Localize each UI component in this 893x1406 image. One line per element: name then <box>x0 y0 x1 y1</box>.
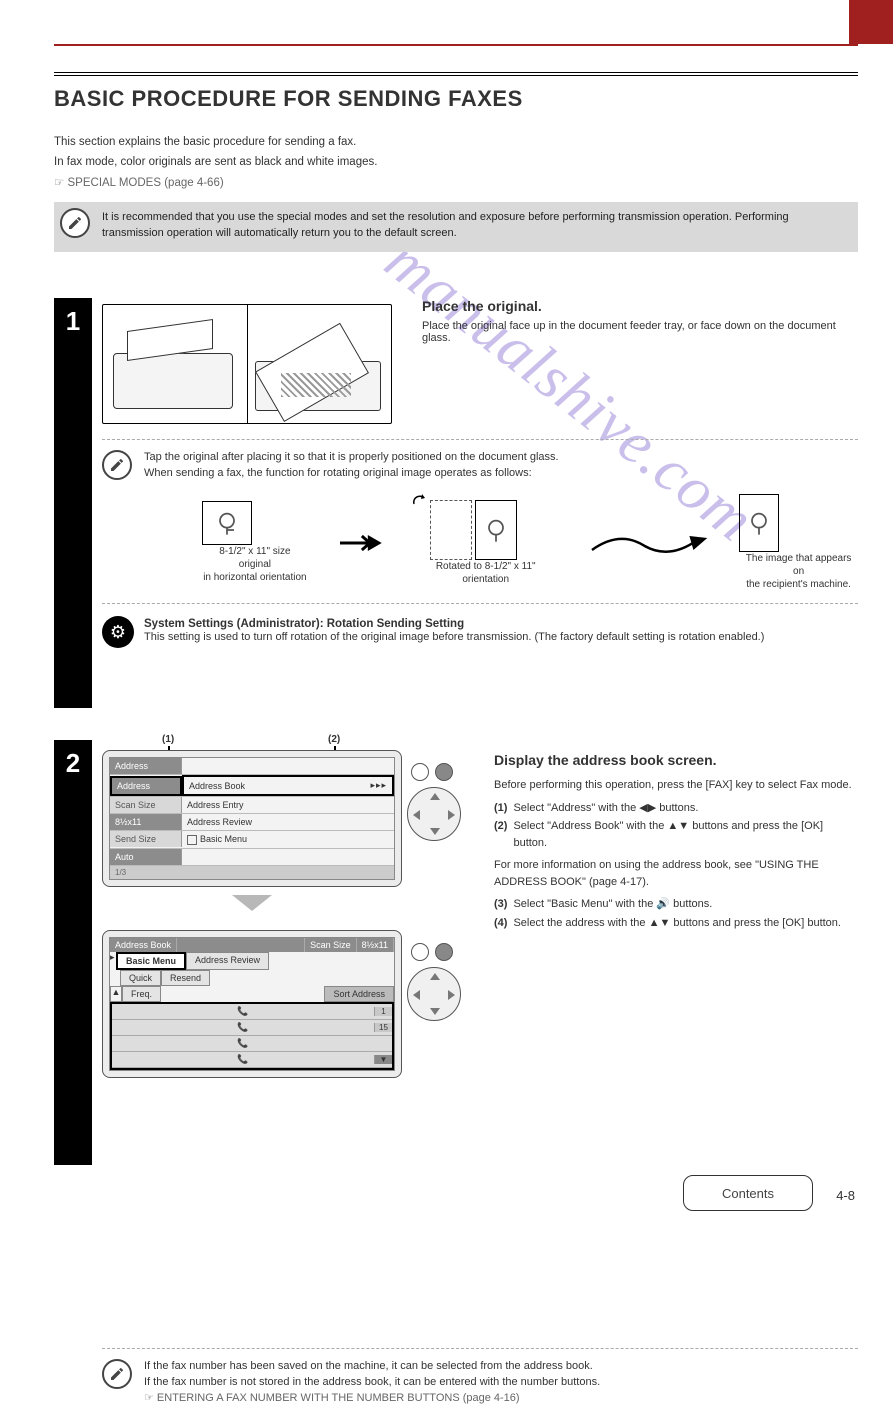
page: manualshive.com BASIC PROCEDURE FOR SEND… <box>0 0 893 1263</box>
system-settings-note: ⚙ System Settings (Administrator): Rotat… <box>102 618 858 646</box>
round-button[interactable] <box>411 943 429 961</box>
step-2-note: If the fax number has been saved on the … <box>102 1359 858 1406</box>
arrow-right-icon <box>338 533 382 553</box>
dashed-divider <box>102 439 858 440</box>
d-pad[interactable] <box>407 787 461 841</box>
intro-text: This section explains the basic procedur… <box>54 134 848 195</box>
step-2-number: 2 <box>54 740 92 1165</box>
section-tab <box>849 0 893 44</box>
step-2: 2 (1) (2) Address AddressAddress Book▸▸▸… <box>54 740 858 1165</box>
top-note: It is recommended that you use the speci… <box>54 202 858 252</box>
step-1-title: Place the original. <box>422 298 858 314</box>
d-pad[interactable] <box>407 967 461 1021</box>
received-image-icon <box>739 494 779 552</box>
step-1-note: Tap the original after placing it so tha… <box>102 450 858 484</box>
ok-button[interactable] <box>435 763 453 781</box>
gear-icon: ⚙ <box>102 616 134 648</box>
page-heading: BASIC PROCEDURE FOR SENDING FAXES <box>54 72 858 112</box>
step-1: 1 Place the original. Place the original… <box>54 298 858 708</box>
page-title: BASIC PROCEDURE FOR SENDING FAXES <box>54 86 858 112</box>
pencil-note-icon <box>102 1359 132 1389</box>
speaker-icon: 🔊 <box>656 896 670 913</box>
step-1-number: 1 <box>54 298 92 708</box>
control-pad <box>407 763 467 841</box>
fax-send-arrow-icon <box>590 526 709 560</box>
dashed-divider <box>102 603 858 604</box>
printer-illustration <box>102 304 392 424</box>
round-button[interactable] <box>411 763 429 781</box>
dashed-divider <box>102 1348 858 1349</box>
ok-button[interactable] <box>435 943 453 961</box>
step-2-instructions: Display the address book screen. Before … <box>494 750 858 931</box>
tab-resend[interactable]: Resend <box>161 970 210 986</box>
chevron-down-icon <box>102 893 402 920</box>
header-rule <box>54 44 858 46</box>
rotate-arrow-icon <box>412 492 426 506</box>
display-panel-1: Address AddressAddress Book▸▸▸ Scan Size… <box>102 750 402 887</box>
pencil-note-icon <box>102 450 132 480</box>
rotation-diagram: 8-1/2" x 11" size originalin horizontal … <box>202 494 858 591</box>
rotated-vertical-icon <box>475 500 517 560</box>
tab-basic-menu[interactable]: Basic Menu <box>116 952 186 970</box>
tab-address-review[interactable]: Address Review <box>186 952 269 970</box>
control-pad <box>407 943 467 1021</box>
page-number: 4-8 <box>836 1188 855 1203</box>
display-panel-2: Address Book Scan Size 8½x11 ▸ Basic Men… <box>102 930 402 1078</box>
original-horizontal-icon <box>202 501 252 545</box>
contents-button[interactable]: Contents <box>683 1175 813 1211</box>
pencil-note-icon <box>60 208 90 238</box>
